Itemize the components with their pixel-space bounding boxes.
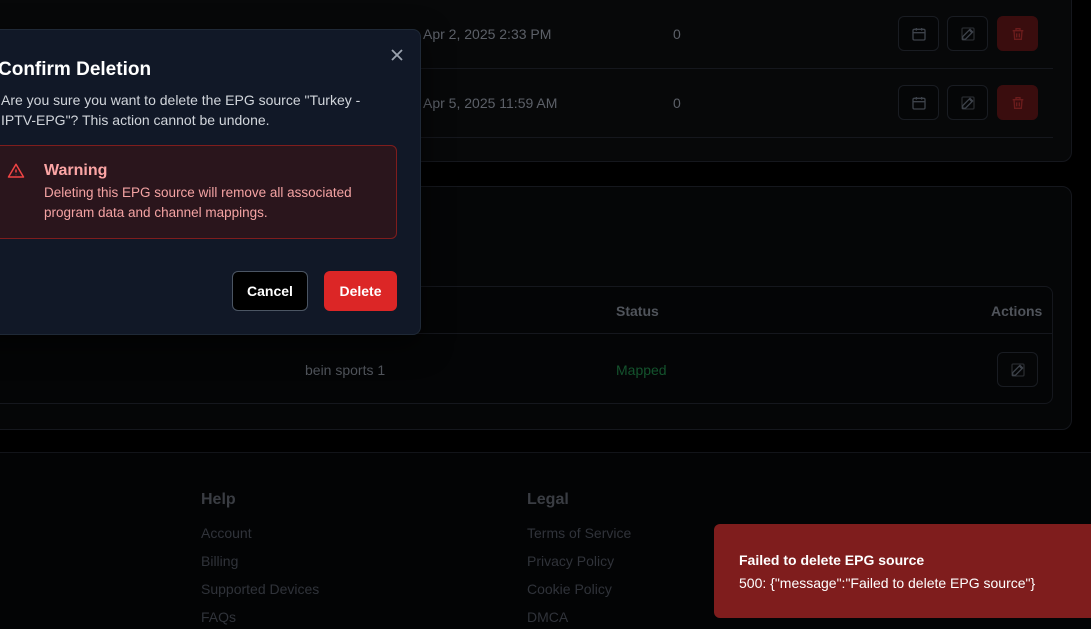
footer-legal-column: Legal Terms of Service Privacy Policy Co… — [527, 491, 631, 629]
updated-date: Apr 5, 2025 11:59 AM — [423, 95, 558, 111]
status-badge: Mapped — [616, 362, 667, 378]
dialog-description: Are you sure you want to delete the EPG … — [1, 92, 361, 128]
footer-link-terms[interactable]: Terms of Service — [527, 524, 631, 552]
trash-icon — [1012, 96, 1023, 109]
status-column-header: Status — [616, 303, 659, 319]
confirm-deletion-dialog: Confirm Deletion Are you sure you want t… — [0, 29, 421, 335]
footer-link-account[interactable]: Account — [201, 524, 319, 552]
channel-count: 0 — [673, 26, 681, 42]
error-toast[interactable]: Failed to delete EPG source 500: {"messa… — [714, 524, 1091, 618]
delete-button[interactable] — [997, 85, 1038, 120]
schedule-button[interactable] — [898, 16, 939, 51]
footer-link-supported-devices[interactable]: Supported Devices — [201, 580, 319, 608]
toast-message: 500: {"message":"Failed to delete EPG so… — [739, 575, 1036, 591]
cancel-button[interactable]: Cancel — [232, 271, 308, 311]
footer-link-billing[interactable]: Billing — [201, 552, 319, 580]
channel-count: 0 — [673, 95, 681, 111]
warning-alert: Warning Deleting this EPG source will re… — [0, 145, 397, 239]
close-button[interactable] — [388, 46, 406, 64]
trash-icon — [1012, 27, 1023, 40]
edit-mapping-button[interactable] — [997, 352, 1038, 387]
toast-title: Failed to delete EPG source — [739, 552, 925, 568]
channel-name: bein sports 1 — [305, 362, 386, 378]
updated-date: Apr 2, 2025 2:33 PM — [423, 26, 552, 42]
schedule-button[interactable] — [898, 85, 939, 120]
footer-heading: Help — [201, 491, 236, 508]
edit-icon — [960, 95, 975, 110]
footer-link-cookie[interactable]: Cookie Policy — [527, 580, 631, 608]
footer-heading: Legal — [527, 491, 569, 508]
warning-title: Warning — [44, 162, 108, 179]
warning-icon — [7, 163, 25, 178]
warning-text: Deleting this EPG source will remove all… — [44, 185, 352, 220]
dialog-title: Confirm Deletion — [0, 59, 152, 80]
edit-icon — [1010, 362, 1025, 377]
edit-button[interactable] — [947, 85, 988, 120]
calendar-icon — [911, 96, 926, 110]
delete-button[interactable] — [997, 16, 1038, 51]
close-icon — [391, 49, 403, 61]
footer-link-privacy[interactable]: Privacy Policy — [527, 552, 631, 580]
edit-button[interactable] — [947, 16, 988, 51]
footer-link-dmca[interactable]: DMCA — [527, 608, 631, 629]
footer-help-column: Help Account Billing Supported Devices F… — [201, 491, 319, 629]
edit-icon — [960, 26, 975, 41]
calendar-icon — [911, 27, 926, 41]
delete-button[interactable]: Delete — [324, 271, 397, 311]
actions-column-header: Actions — [991, 303, 1043, 319]
footer-link-faqs[interactable]: FAQs — [201, 608, 319, 629]
